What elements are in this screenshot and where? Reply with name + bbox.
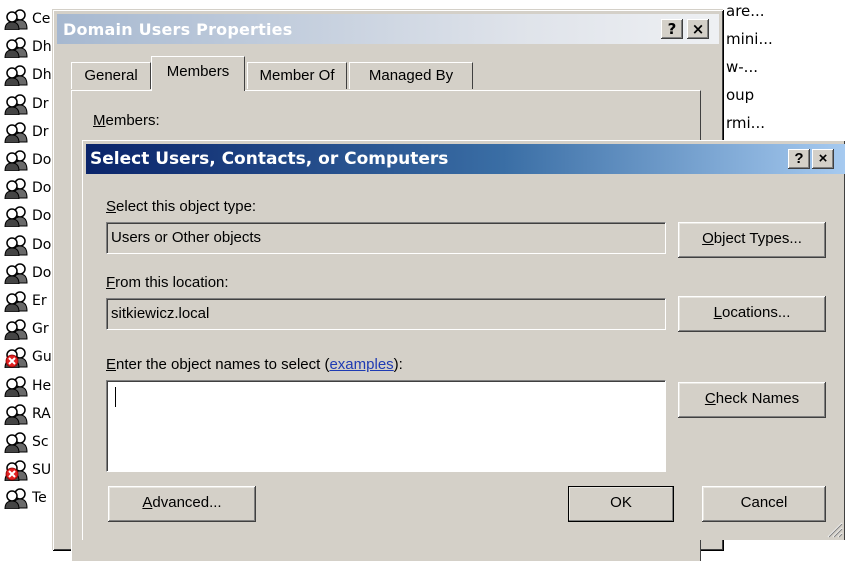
select-close-button[interactable]: × [812,149,834,169]
disabled-group-icon [2,459,34,482]
ok-button[interactable]: OK [568,486,674,522]
check-names-button[interactable]: Check Names [678,382,826,418]
resize-grip-icon[interactable] [825,520,843,538]
group-icon [2,318,34,341]
tab-members[interactable]: Members [151,56,245,91]
object-names-label: Enter the object names to select (exampl… [106,356,403,373]
object-names-label-suffix: ): [393,356,403,373]
group-icon [2,149,34,171]
list-item: oup [726,86,755,104]
properties-help-button[interactable]: ? [661,19,683,39]
select-dialog-title: Select Users, Contacts, or Computers [90,149,449,169]
text-caret [115,387,116,407]
properties-close-button[interactable]: × [687,19,709,39]
select-users-dialog: Select Users, Contacts, or Computers ? ×… [82,140,845,540]
group-icon [2,403,34,425]
group-icon [2,262,34,284]
group-icon [2,121,34,143]
select-help-button[interactable]: ? [788,149,810,169]
group-icon [2,64,34,87]
disabled-group-icon [2,346,34,369]
locations-button[interactable]: Locations... [678,296,826,332]
examples-link[interactable]: examples [329,356,393,373]
group-icon [2,36,34,59]
group-icon [2,93,34,115]
group-icon [2,375,34,397]
object-type-field: Users or Other objects [106,222,666,254]
advanced-button[interactable]: Advanced... [108,486,256,522]
background-group-list: Ce Dh Dh Dr Dr Do Do Do Do Do Er Gr Gu He RA Sc SU Te [0,0,60,536]
list-item: are... [726,2,765,20]
group-icon [2,234,34,256]
tab-member-of[interactable]: Member Of [247,62,347,89]
properties-title-bar[interactable]: Domain Users Properties [57,14,719,44]
group-icon [2,8,34,30]
location-label: From this location: [106,274,229,291]
select-dialog-title-bar[interactable]: Select Users, Contacts, or Computers [86,144,845,174]
group-icon [2,431,34,453]
list-item: rmi... [726,114,765,132]
group-icon [2,177,34,200]
group-icon [2,487,34,510]
object-names-input[interactable] [106,380,666,472]
cancel-button[interactable]: Cancel [702,486,826,522]
properties-title: Domain Users Properties [63,19,293,39]
tab-general[interactable]: General [71,62,151,89]
tab-managed-by[interactable]: Managed By [349,62,473,89]
list-item: w-... [726,58,758,76]
object-names-label-prefix: Enter the object names to select ( [106,356,330,373]
members-label: Members: [93,112,160,129]
group-icon [2,290,34,312]
background-description-column: are... mini... w-... oup rmi... [710,0,845,150]
group-icon [2,205,34,228]
location-field: sitkiewicz.local [106,298,666,330]
object-types-button[interactable]: Object Types... [678,222,826,258]
list-item: mini... [726,30,773,48]
object-type-label: Select this object type: [106,198,257,215]
